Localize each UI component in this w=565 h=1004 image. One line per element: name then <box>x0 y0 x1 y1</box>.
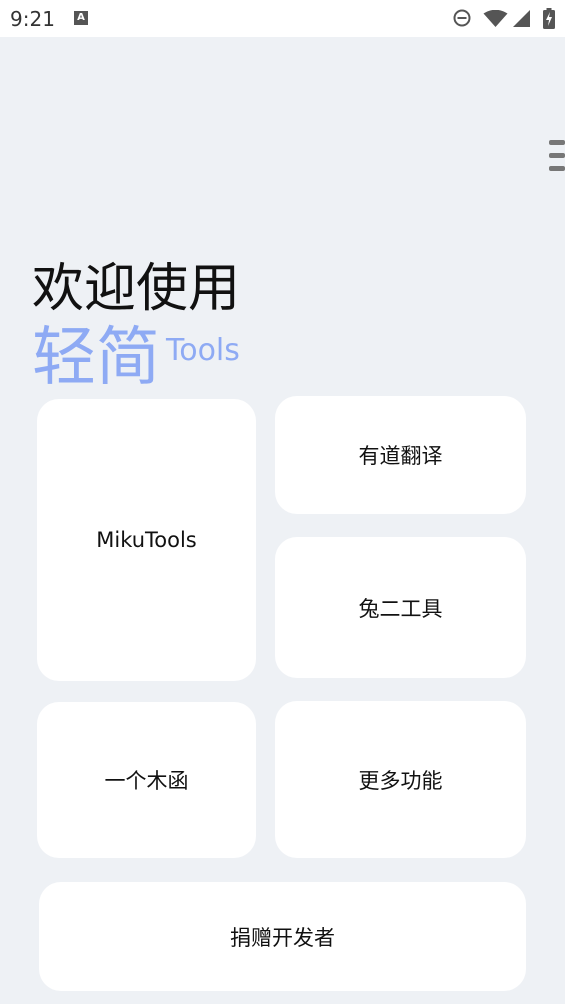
cellular-signal-icon <box>513 10 530 27</box>
mikutools-label: MikuTools <box>96 528 197 552</box>
youdao-translate-card[interactable]: 有道翻译 <box>275 396 526 514</box>
donate-developer-card[interactable]: 捐赠开发者 <box>39 882 526 991</box>
status-bar: 9:21 A <box>0 0 565 37</box>
donate-developer-label: 捐赠开发者 <box>230 925 335 950</box>
app-notification-icon: A <box>74 11 88 25</box>
brand-name-english: Tools <box>166 333 240 368</box>
do-not-disturb-icon <box>453 9 471 27</box>
mikutools-card[interactable]: MikuTools <box>37 399 256 681</box>
menu-icon[interactable] <box>549 140 565 172</box>
more-features-card[interactable]: 更多功能 <box>275 701 526 858</box>
tuer-tools-label: 兔二工具 <box>358 596 443 621</box>
muhan-label: 一个木函 <box>104 769 189 793</box>
wifi-icon <box>483 10 508 27</box>
muhan-card[interactable]: 一个木函 <box>37 702 256 858</box>
status-time: 9:21 <box>10 7 55 31</box>
more-features-label: 更多功能 <box>358 768 443 793</box>
youdao-translate-label: 有道翻译 <box>358 444 443 468</box>
welcome-heading: 欢迎使用 <box>32 259 241 319</box>
battery-charging-icon <box>543 8 555 29</box>
tuer-tools-card[interactable]: 兔二工具 <box>275 537 526 678</box>
brand-name-chinese: 轻简 <box>32 321 160 395</box>
